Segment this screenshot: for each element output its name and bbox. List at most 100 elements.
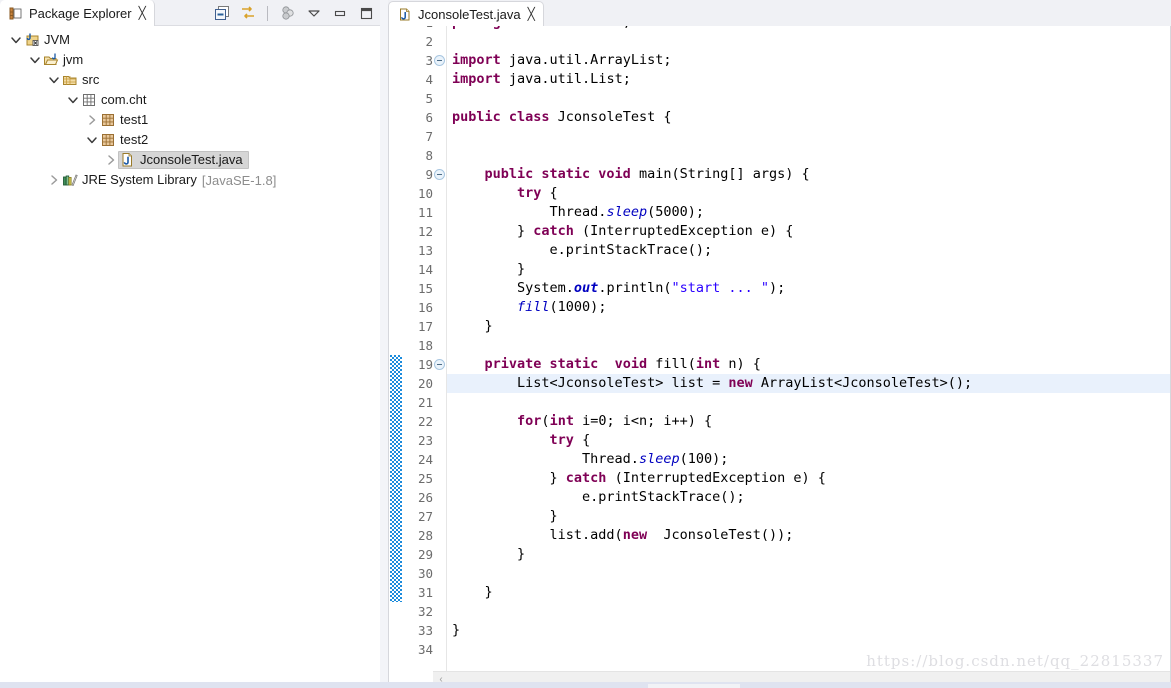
tree-item-content[interactable]: test2 [100,132,148,148]
eclipse-ide-window: Package Explorer ╳ JVM jvm src com.cht t… [0,0,1171,688]
tree-item-com-cht[interactable]: com.cht [0,90,379,110]
line-number: 12 [417,224,433,239]
code-line[interactable] [447,602,1170,621]
tab-package-explorer[interactable]: Package Explorer ╳ [0,0,155,26]
code-line[interactable] [447,127,1170,146]
tree-item-jconsoletest-java[interactable]: JconsoleTest.java [0,150,379,170]
view-menu-icon[interactable] [279,5,296,22]
bottom-view-tab[interactable] [648,684,740,688]
tree-item-content[interactable]: JVM [24,32,70,48]
source-folder-icon [62,72,78,88]
tree-item-content[interactable]: jvm [43,52,83,68]
tree-item-content[interactable]: test1 [100,112,148,128]
chevron-down-icon[interactable] [8,32,24,48]
code-line[interactable]: } [447,507,1170,526]
close-icon[interactable]: ╳ [528,8,535,20]
fold-collapse-icon[interactable] [434,55,445,66]
tree-item-jvm[interactable]: JVM [0,30,379,50]
chevron-down-icon[interactable] [27,52,43,68]
fold-collapse-icon[interactable] [434,169,445,180]
link-with-editor-icon[interactable] [239,5,256,22]
line-number: 22 [417,414,433,429]
chevron-down-icon[interactable] [46,72,62,88]
line-number: 19 [417,357,433,372]
tree-item-src[interactable]: src [0,70,379,90]
tree-item-test1[interactable]: test1 [0,110,379,130]
line-number: 2 [425,34,433,49]
chevron-right-icon[interactable] [46,172,62,188]
line-number: 25 [417,471,433,486]
line-number-ruler: 1234567891011121314151617181920212223242… [403,26,433,687]
code-line[interactable]: import java.util.ArrayList; [447,51,1170,70]
maximize-icon[interactable] [357,5,374,22]
code-line[interactable]: public class JconsoleTest { [447,108,1170,127]
chevron-down-icon[interactable] [305,5,322,22]
chevron-right-icon[interactable] [84,112,100,128]
line-number: 31 [417,585,433,600]
code-line[interactable]: } [447,260,1170,279]
folding-ruler[interactable] [433,26,447,687]
line-number: 14 [417,262,433,277]
code-line[interactable]: e.printStackTrace(); [447,241,1170,260]
code-line[interactable] [447,32,1170,51]
close-icon[interactable]: ╳ [139,7,146,19]
code-line[interactable]: List<JconsoleTest> list = new ArrayList<… [447,374,1170,393]
code-line[interactable] [447,89,1170,108]
chevron-down-icon[interactable] [84,132,100,148]
tree-item-jvm[interactable]: jvm [0,50,379,70]
project-tree[interactable]: JVM jvm src com.cht test1 test2 JconsoleTest.j… [0,27,379,688]
code-line[interactable]: } catch (InterruptedException e) { [447,222,1170,241]
tree-item-content[interactable]: src [62,72,99,88]
code-line[interactable] [447,146,1170,165]
fold-collapse-icon[interactable] [434,359,445,370]
package-icon [100,132,116,148]
editor-area: JconsoleTest.java ╳ 12345678910111213141… [388,0,1171,688]
code-line[interactable]: for(int i=0; i<n; i++) { [447,412,1170,431]
line-number: 30 [417,566,433,581]
code-line[interactable]: public static void main(String[] args) { [447,165,1170,184]
package-icon [100,112,116,128]
tree-item-jre-system-library[interactable]: JRE System Library [JavaSE-1.8] [0,170,379,190]
code-line[interactable]: } [447,317,1170,336]
code-editor[interactable]: 1234567891011121314151617181920212223242… [388,26,1171,688]
code-line[interactable]: } [447,545,1170,564]
code-line[interactable] [447,640,1170,659]
code-line[interactable] [447,336,1170,355]
tree-item-test2[interactable]: test2 [0,130,379,150]
line-number: 23 [417,433,433,448]
code-line[interactable]: private static void fill(int n) { [447,355,1170,374]
code-line[interactable]: import java.util.List; [447,70,1170,89]
line-number: 3 [425,53,433,68]
code-line[interactable]: Thread.sleep(100); [447,450,1170,469]
code-line[interactable]: e.printStackTrace(); [447,488,1170,507]
java-file-icon [120,152,136,168]
tree-item-content[interactable]: com.cht [81,92,147,108]
tree-item-content[interactable]: JRE System Library [JavaSE-1.8] [62,172,276,188]
panel-sash-divider[interactable] [380,0,388,688]
code-line[interactable]: list.add(new JconsoleTest()); [447,526,1170,545]
line-number: 20 [417,376,433,391]
code-line[interactable]: } catch (InterruptedException e) { [447,469,1170,488]
code-line[interactable]: } [447,621,1170,640]
code-line[interactable]: Thread.sleep(5000); [447,203,1170,222]
chevron-right-icon[interactable] [103,152,119,168]
tab-jconsoletest-java[interactable]: JconsoleTest.java ╳ [388,1,544,26]
tree-item-selected[interactable]: JconsoleTest.java [118,151,249,169]
code-line[interactable]: System.out.println("start ... "); [447,279,1170,298]
collapse-all-icon[interactable] [213,5,230,22]
line-number: 21 [417,395,433,410]
chevron-down-icon[interactable] [65,92,81,108]
code-line[interactable]: fill(1000); [447,298,1170,317]
line-number: 11 [417,205,433,220]
code-line[interactable]: try { [447,184,1170,203]
code-line[interactable]: try { [447,431,1170,450]
code-line[interactable] [447,393,1170,412]
code-line[interactable] [447,564,1170,583]
code-text[interactable]: package com.cht.test2; import java.util.… [447,26,1170,687]
line-number: 8 [425,148,433,163]
minimize-icon[interactable] [331,5,348,22]
library-icon [62,172,78,188]
line-number: 5 [425,91,433,106]
tree-item-label: JVM [44,32,70,47]
code-line[interactable]: } [447,583,1170,602]
